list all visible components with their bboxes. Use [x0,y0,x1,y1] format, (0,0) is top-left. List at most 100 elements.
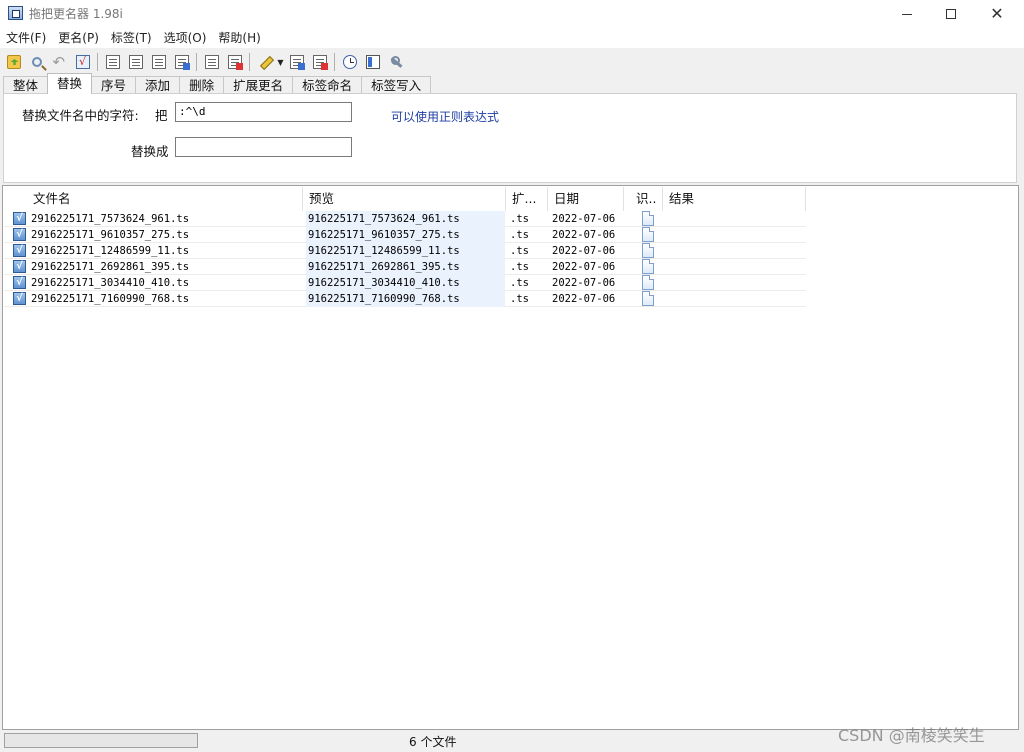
undo-icon: ↶ [52,53,66,71]
window-title: 拖把更名器 1.98i [29,7,123,21]
tab-replace[interactable]: 替换 [47,73,93,94]
toolbar-separator [334,53,335,71]
preview-cell: 916225171_7160990_768.ts [306,291,505,307]
column-header-date[interactable]: 日期 [548,187,624,211]
filename-cell: 2916225171_2692861_395.ts [31,261,190,273]
doc-button-2[interactable] [124,51,147,73]
maximize-button[interactable] [928,0,974,28]
menu-help[interactable]: 帮助(H) [212,28,266,48]
doc-red-button[interactable] [223,51,246,73]
pen-button[interactable] [253,51,276,73]
tab-extended-rename[interactable]: 扩展更名 [223,76,294,94]
row-checkbox[interactable]: √ [13,244,26,257]
preview-cell: 916225171_3034410_410.ts [306,275,505,291]
tools-button[interactable] [384,51,407,73]
clock-icon [342,55,357,69]
toolbar: ↶ √ ▼ [0,50,1024,74]
doc-blue-button[interactable] [285,51,308,73]
close-icon: ✕ [990,4,1004,23]
ext-cell: .ts [510,277,529,289]
menu-options[interactable]: 选项(O) [158,28,213,48]
filename-cell: 2916225171_12486599_11.ts [31,245,190,257]
file-icon [642,211,654,226]
preview-cell: 916225171_12486599_11.ts [306,243,505,259]
date-cell: 2022-07-06 [552,245,616,257]
clock-button[interactable] [338,51,361,73]
toolbar-separator [196,53,197,71]
menu-rename[interactable]: 更名(P) [52,28,105,48]
tab-delete[interactable]: 删除 [179,76,225,94]
open-folder-icon [6,55,21,69]
row-checkbox[interactable]: √ [13,292,26,305]
undo-button[interactable]: ↶ [48,51,71,73]
pen-icon [258,55,272,69]
tab-tag-write[interactable]: 标签写入 [361,76,432,94]
column-header-filename[interactable]: 文件名 [27,187,303,211]
row-checkbox[interactable]: √ [13,212,26,225]
ext-cell: .ts [510,213,529,225]
table-row[interactable]: √ 2916225171_9610357_275.ts 916225171_96… [4,227,806,243]
column-header-ext[interactable]: 扩... [506,187,548,211]
menu-file[interactable]: 文件(F) [0,28,52,48]
find-label: 替换文件名中的字符: [22,108,139,123]
doc-red-icon [312,55,328,70]
app-icon [8,6,23,20]
column-header-id[interactable]: 识.. [630,187,663,211]
column-header-result[interactable]: 结果 [663,187,806,211]
file-icon [642,227,654,242]
close-button[interactable]: ✕ [974,0,1020,28]
ba-label: 把 [155,108,168,123]
app-window: 拖把更名器 1.98i ✕ 文件(F) 更名(P) 标签(T) 选项(O) 帮助… [0,0,1024,752]
ext-cell: .ts [510,261,529,273]
filename-cell: 2916225171_7160990_768.ts [31,293,190,305]
tab-sequence[interactable]: 序号 [91,76,137,94]
find-input[interactable]: :^\d [175,102,352,122]
file-icon [642,259,654,274]
table-row[interactable]: √ 2916225171_3034410_410.ts 916225171_30… [4,275,806,291]
check-button[interactable]: √ [71,51,94,73]
filename-cell: 2916225171_9610357_275.ts [31,229,190,241]
panel-icon [365,55,380,69]
search-button[interactable] [25,51,48,73]
row-checkbox[interactable]: √ [13,228,26,241]
column-header-preview[interactable]: 预览 [303,187,506,211]
replace-input[interactable] [175,137,352,157]
menu-bar: 文件(F) 更名(P) 标签(T) 选项(O) 帮助(H) [0,28,1024,48]
minimize-icon [902,13,912,15]
title-bar: 拖把更名器 1.98i ✕ [0,0,1024,28]
menu-tags[interactable]: 标签(T) [105,28,158,48]
doc-button-4[interactable] [170,51,193,73]
date-cell: 2022-07-06 [552,229,616,241]
row-checkbox[interactable]: √ [13,276,26,289]
filename-cell: 2916225171_7573624_961.ts [31,213,190,225]
file-list: 文件名 预览 扩... 日期 识.. 结果 √ 2916225171_75736… [2,185,1019,730]
panel-button[interactable] [361,51,384,73]
open-folder-button[interactable] [2,51,25,73]
doc-icon [128,55,143,69]
doc-icon [174,55,190,70]
replace-label: 替换成 [131,144,169,159]
tab-overall[interactable]: 整体 [3,76,49,94]
doc-button-3[interactable] [147,51,170,73]
tab-add[interactable]: 添加 [135,76,181,94]
table-row[interactable]: √ 2916225171_12486599_11.ts 916225171_12… [4,243,806,259]
preview-cell: 916225171_7573624_961.ts [306,211,505,227]
list-button[interactable] [200,51,223,73]
doc-icon [151,55,166,69]
table-row[interactable]: √ 2916225171_2692861_395.ts 916225171_26… [4,259,806,275]
table-row[interactable]: √ 2916225171_7573624_961.ts 916225171_75… [4,211,806,227]
progress-bar [4,733,198,748]
tab-strip: 整体 替换 序号 添加 删除 扩展更名 标签命名 标签写入 [3,73,432,94]
date-cell: 2022-07-06 [552,293,616,305]
file-icon [642,291,654,306]
doc-red-button-2[interactable] [308,51,331,73]
toolbar-separator [249,53,250,71]
dropdown-icon[interactable]: ▼ [276,58,285,67]
tab-tag-naming[interactable]: 标签命名 [292,76,363,94]
preview-cell: 916225171_9610357_275.ts [306,227,505,243]
file-icon [642,275,654,290]
doc-button-1[interactable] [101,51,124,73]
table-row[interactable]: √ 2916225171_7160990_768.ts 916225171_71… [4,291,806,307]
minimize-button[interactable] [884,0,930,28]
row-checkbox[interactable]: √ [13,260,26,273]
